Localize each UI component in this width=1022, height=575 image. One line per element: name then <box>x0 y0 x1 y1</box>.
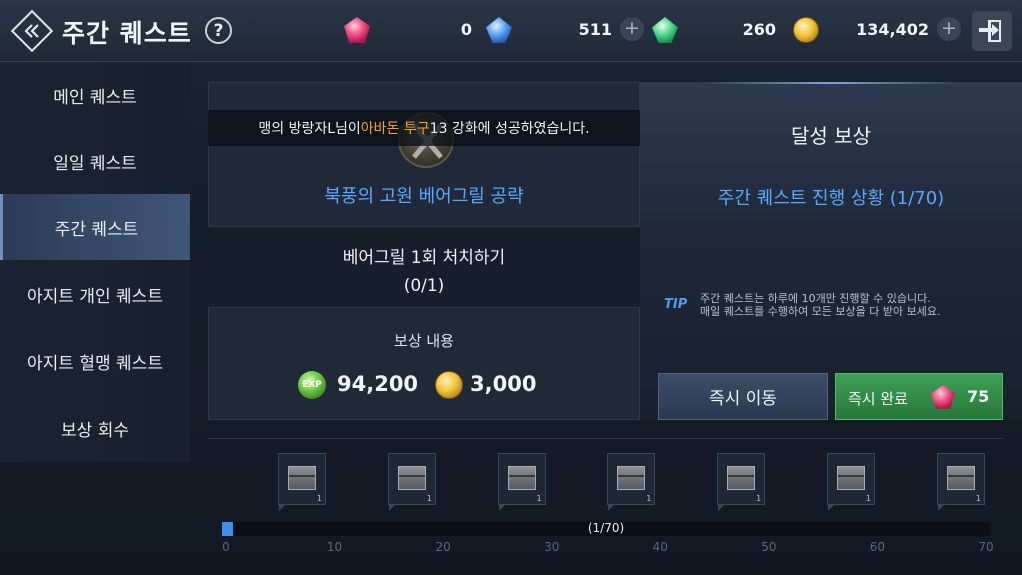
exp-icon: EXP <box>298 371 326 399</box>
reward-chest-slot[interactable]: 1 <box>278 453 326 511</box>
achievement-title: 달성 보상 <box>791 124 871 148</box>
system-notice: 맹의 방랑자L님이 아바돈 투구 13 강화에 성공하였습니다. <box>208 110 640 146</box>
quest-task: 베어그릴 1회 처치하기 <box>342 248 506 268</box>
reward-quantity: 1 <box>536 494 542 503</box>
treasure-chest-icon <box>837 466 865 490</box>
treasure-chest-icon <box>397 466 426 490</box>
notice-suffix: 13 강화에 성공하였습니다. <box>429 121 590 137</box>
currency-value: 134,402 <box>856 20 929 39</box>
sidebar-item-main-quest[interactable]: 메인 퀘스트 <box>0 62 190 128</box>
gold-reward-value: 3,000 <box>470 372 537 396</box>
tip-line: 주간 퀘스트는 하루에 10개만 진행할 수 있습니다. <box>700 292 931 305</box>
progress-tick-label: 50 <box>761 540 777 554</box>
reward-quantity: 1 <box>646 494 652 503</box>
page-title: 주간 퀘스트 <box>62 19 192 48</box>
progress-tick-label: 40 <box>652 540 668 554</box>
sidebar: 메인 퀘스트 일일 퀘스트 주간 퀘스트 아지트 개인 퀘스트 아지트 혈맹 퀘… <box>0 62 190 462</box>
currency-green-gem: 260 <box>652 17 782 45</box>
progress-tick-label: 70 <box>978 540 994 554</box>
reward-chest-slot[interactable]: 1 <box>717 453 766 511</box>
gold-coin-icon <box>435 371 463 399</box>
progress-tick-label: 30 <box>544 540 560 554</box>
tip-tag: TIP <box>664 297 688 312</box>
sidebar-item-hideout-clan-quest[interactable]: 아지트 혈맹 퀘스트 <box>0 328 190 394</box>
treasure-chest-icon <box>288 466 316 490</box>
divider <box>208 438 1003 439</box>
sidebar-item-daily-quest[interactable]: 일일 퀘스트 <box>0 128 190 194</box>
progress-bar-label: (1/70) <box>587 521 625 535</box>
tip-line: 매일 퀘스트를 수행하여 모든 보상을 다 받아 보세요. <box>700 305 941 318</box>
currency-value: 511 <box>578 20 612 39</box>
notice-item-name: 아바돈 투구 <box>360 121 430 137</box>
instant-complete-label: 즉시 완료 <box>848 390 908 408</box>
tip-text: 주간 퀘스트는 하루에 10개만 진행할 수 있습니다. 매일 퀘스트를 수행하… <box>700 292 941 318</box>
weekly-progress-bar: (1/70) <box>222 521 990 536</box>
treasure-chest-icon <box>507 466 536 490</box>
treasure-chest-icon <box>946 466 975 490</box>
double-chevron-left-icon <box>24 24 39 38</box>
notice-prefix: 맹의 방랑자L님이 <box>258 121 361 137</box>
reward-quantity: 1 <box>316 494 322 503</box>
add-blue-gem-button[interactable]: + <box>620 17 644 41</box>
quest-task-progress: (0/1) <box>403 276 445 296</box>
gold-coin-icon <box>793 17 819 43</box>
currency-blue-gem: 511 + <box>486 17 646 45</box>
red-gem-icon <box>931 385 955 409</box>
reward-quantity: 1 <box>865 494 871 503</box>
progress-tick-label: 10 <box>326 540 343 554</box>
exit-arrow-icon <box>979 24 999 36</box>
reward-chest-slot[interactable]: 1 <box>387 453 436 511</box>
sidebar-item-weekly-quest[interactable]: 주간 퀘스트 <box>0 194 190 260</box>
exp-reward-value: 94,200 <box>337 372 419 396</box>
sidebar-item-reward-recovery[interactable]: 보상 회수 <box>0 395 190 461</box>
quest-task-box: 베어그릴 1회 처치하기 (0/1) <box>208 226 640 308</box>
reward-quantity: 1 <box>426 494 432 503</box>
reward-chest-slot[interactable]: 1 <box>607 453 656 511</box>
back-button[interactable] <box>10 9 54 53</box>
progress-tick-label: 60 <box>869 540 886 554</box>
reward-label: 보상 내용 <box>394 332 454 350</box>
reward-quantity: 1 <box>756 494 762 503</box>
green-gem-icon <box>652 17 678 43</box>
currency-gold: 134,402 + <box>793 17 963 45</box>
reward-chest-slot[interactable]: 1 <box>497 453 546 511</box>
reward-chest-slot[interactable]: 1 <box>936 453 985 511</box>
help-button[interactable]: ? <box>205 17 232 44</box>
reward-quantity: 1 <box>975 494 981 503</box>
instant-complete-cost: 75 <box>967 387 990 406</box>
red-gem-icon <box>344 17 370 43</box>
progress-tick-label: 0 <box>222 540 230 554</box>
progress-tick-label: 20 <box>435 540 451 554</box>
top-bar: 주간 퀘스트 ? 0 511 + 260 134,402 + <box>0 0 1022 62</box>
currency-value: 260 <box>742 20 776 39</box>
currency-value: 0 <box>460 20 472 39</box>
instant-move-button[interactable]: 즉시 이동 <box>658 373 828 420</box>
treasure-chest-icon <box>617 466 646 490</box>
reward-chest-slot[interactable]: 1 <box>827 453 875 511</box>
sidebar-item-hideout-personal-quest[interactable]: 아지트 개인 퀘스트 <box>0 261 190 327</box>
weekly-progress-text: 주간 퀘스트 진행 상황 (1/70) <box>717 188 945 209</box>
currency-red-gem: 0 <box>344 17 474 45</box>
exit-button[interactable] <box>972 11 1012 51</box>
instant-complete-button[interactable]: 즉시 완료 75 <box>835 373 1003 420</box>
blue-gem-icon <box>486 17 512 43</box>
add-gold-button[interactable]: + <box>937 17 961 41</box>
treasure-chest-icon <box>727 466 756 490</box>
quest-title: 북풍의 고원 베어그릴 공략 <box>324 186 524 207</box>
